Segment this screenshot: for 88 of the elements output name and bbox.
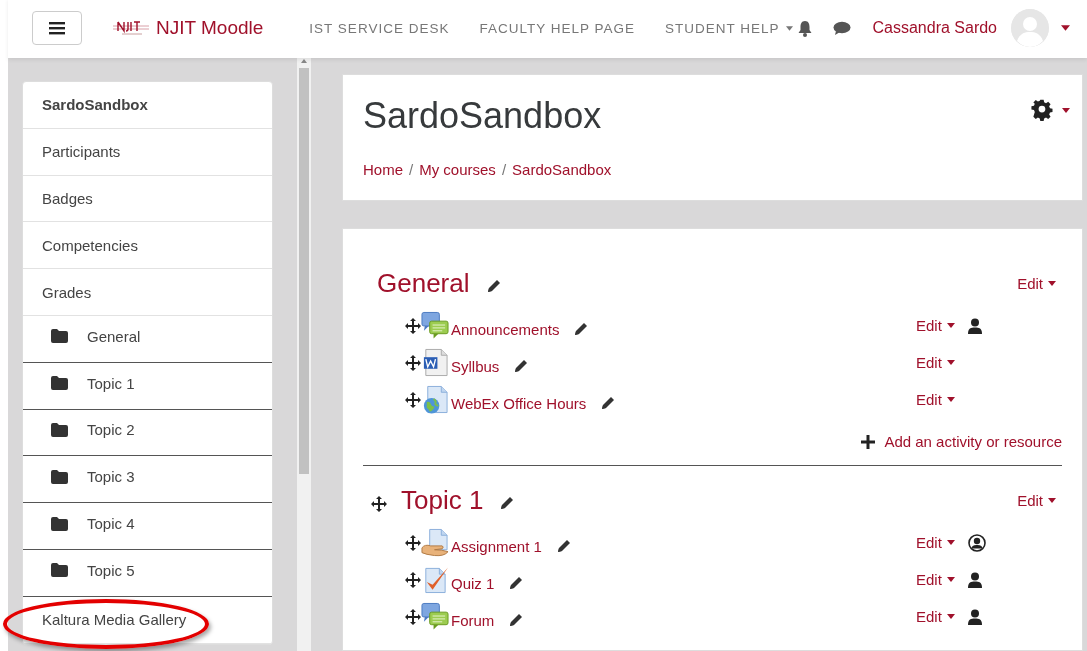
sidebar-link[interactable]: Topic 1 (87, 374, 135, 392)
course-title: SardoSandbox (363, 95, 602, 137)
pencil-icon[interactable] (555, 537, 572, 554)
sidebar-link[interactable]: Topic 2 (87, 421, 135, 439)
sidebar-link[interactable]: Grades (23, 269, 272, 316)
move-icon[interactable] (405, 317, 421, 334)
move-icon[interactable] (405, 391, 421, 408)
caret-icon (1048, 280, 1056, 286)
caret-icon (946, 323, 955, 328)
activity-link[interactable]: Quiz 1 (451, 575, 495, 592)
caret-icon (1048, 497, 1056, 503)
logo-icon (112, 20, 150, 36)
bell-icon[interactable] (796, 19, 813, 37)
nav-link[interactable]: STUDENT HELP (664, 20, 793, 36)
sidebar-link[interactable]: Topic 5 (87, 561, 135, 579)
move-icon[interactable] (371, 496, 387, 512)
nav-link[interactable]: FACULTY HELP PAGE (479, 20, 635, 36)
person-icon[interactable] (967, 571, 982, 588)
user-name[interactable]: Cassandra Sardo (872, 19, 997, 37)
pencil-icon[interactable] (573, 320, 590, 337)
folder-icon (51, 422, 68, 437)
pencil-icon[interactable] (499, 495, 516, 511)
edit-menu[interactable]: Edit (916, 354, 955, 371)
menu-button[interactable] (32, 11, 82, 45)
caret-icon (946, 540, 955, 545)
pencil-icon[interactable] (508, 611, 525, 628)
move-icon[interactable] (405, 608, 421, 625)
settings-icon[interactable] (1031, 99, 1053, 121)
course-link[interactable]: SardoSandbox (23, 82, 272, 129)
sidebar-link[interactable]: Badges (23, 175, 272, 223)
caret-icon (946, 614, 955, 619)
move-icon[interactable] (405, 534, 421, 551)
brand-name[interactable]: NJIT Moodle (156, 17, 264, 39)
activity-link[interactable]: WebEx Office Hours (451, 395, 587, 412)
chat-icon[interactable] (832, 20, 851, 36)
edit-menu[interactable]: Edit (916, 608, 955, 625)
pencil-icon[interactable] (508, 574, 525, 591)
folder-icon (51, 516, 68, 531)
caret-icon[interactable] (1062, 107, 1070, 113)
edit-menu[interactable]: Edit (916, 391, 955, 408)
edit-menu[interactable]: Edit (916, 317, 955, 334)
plus-icon[interactable] (861, 434, 876, 449)
sidebar-link[interactable]: General (87, 327, 141, 345)
breadcrumb-link[interactable]: Home (363, 161, 403, 178)
person-icon[interactable] (967, 317, 982, 334)
nav-link[interactable]: IST SERVICE DESK (309, 20, 450, 36)
move-icon[interactable] (405, 571, 421, 588)
caret-icon[interactable] (1061, 25, 1070, 31)
add-activity-link[interactable]: Add an activity or resource (884, 433, 1062, 450)
user-circle-icon[interactable] (967, 533, 986, 552)
edit-menu[interactable]: Edit (916, 571, 955, 588)
edit-menu[interactable]: Edit (1017, 491, 1056, 509)
activity-link[interactable]: Syllbus (451, 358, 500, 375)
word-document-icon (421, 348, 449, 377)
folder-icon (51, 469, 68, 484)
folder-icon (51, 563, 68, 578)
speech-bubbles-icon (421, 602, 449, 631)
folder-icon (51, 329, 68, 344)
section-title[interactable]: Topic 1 (401, 484, 484, 516)
activity-link[interactable]: Forum (451, 612, 495, 629)
section-title[interactable]: General (377, 267, 470, 299)
hand-document-icon (421, 528, 449, 557)
pencil-icon[interactable] (485, 278, 502, 294)
caret-icon (946, 577, 955, 582)
pencil-icon[interactable] (600, 394, 617, 411)
sidebar-link[interactable]: Kaltura Media Gallery (23, 596, 272, 644)
speech-bubbles-icon (421, 311, 449, 340)
breadcrumb-separator: / (501, 161, 507, 178)
breadcrumb-separator: / (409, 161, 414, 178)
sidebar-link[interactable]: Participants (23, 128, 272, 176)
sidebar-link[interactable]: Topic 4 (87, 515, 135, 533)
scrollbar[interactable] (297, 58, 311, 651)
edit-menu[interactable]: Edit (1017, 274, 1056, 292)
edit-menu[interactable]: Edit (916, 534, 955, 551)
pencil-icon[interactable] (513, 357, 530, 374)
caret-icon (946, 397, 955, 402)
caret-icon (946, 360, 955, 365)
folder-icon (51, 376, 68, 391)
menu-icon (49, 21, 65, 35)
globe-page-icon (421, 385, 449, 414)
activity-link[interactable]: Announcements (451, 321, 560, 338)
person-icon[interactable] (967, 608, 982, 625)
breadcrumb-link[interactable]: My courses (419, 161, 496, 178)
breadcrumb-link[interactable]: SardoSandbox (512, 161, 612, 178)
sidebar-link[interactable]: Competencies (23, 222, 272, 270)
sidebar-link[interactable]: Topic 3 (87, 468, 135, 486)
move-icon[interactable] (405, 354, 421, 371)
activity-link[interactable]: Assignment 1 (451, 538, 542, 555)
